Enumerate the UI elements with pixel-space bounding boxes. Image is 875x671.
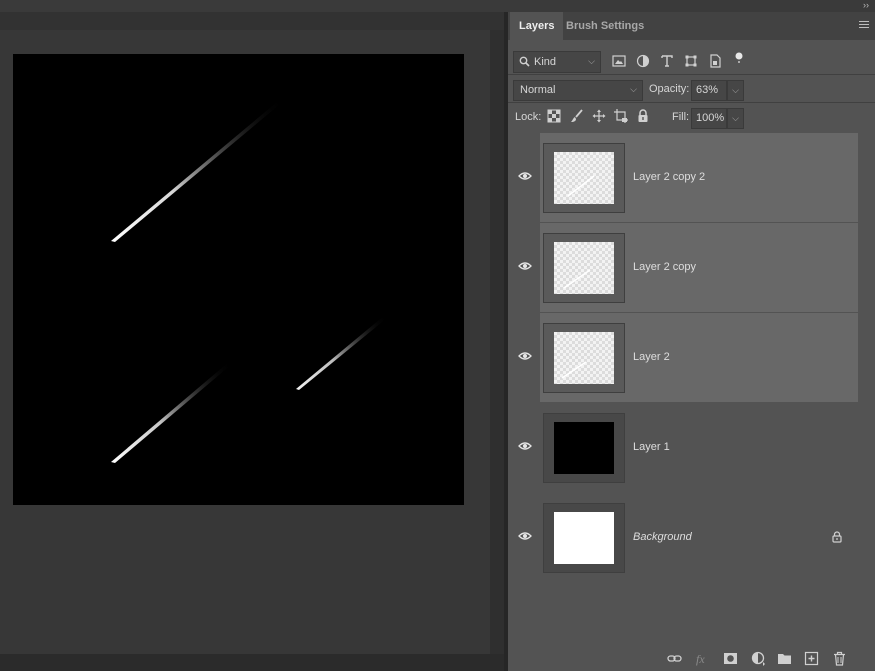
tab-layers[interactable]: Layers [510, 12, 564, 40]
eye-icon[interactable] [518, 351, 532, 361]
panel-menu-icon[interactable] [859, 21, 869, 30]
streak-preview [563, 269, 591, 289]
divider [508, 102, 875, 103]
layer-style-fx-icon[interactable]: fx [695, 651, 710, 666]
trash-icon[interactable] [832, 651, 847, 666]
layer-thumbnail-image [554, 422, 614, 474]
new-layer-icon[interactable] [804, 651, 819, 666]
layer-name[interactable]: Background [633, 531, 692, 543]
tab-brush-settings[interactable]: Brush Settings [557, 12, 653, 40]
eye-icon[interactable] [518, 531, 532, 541]
lock-label: Lock: [515, 111, 542, 123]
streak-preview [567, 175, 595, 197]
layer-thumbnail [543, 503, 625, 573]
opacity-field[interactable]: 63% [691, 80, 727, 101]
light-streak [111, 361, 232, 463]
lock-transparent-pixels-icon[interactable] [547, 109, 561, 123]
blend-mode-dropdown[interactable]: Normal ⌵ [513, 80, 643, 101]
fill-value: 100% [696, 112, 725, 124]
blend-mode-label: Normal [520, 84, 556, 96]
filter-toggle-icon[interactable] [732, 50, 746, 64]
layer-thumbnail [543, 233, 625, 303]
canvas-vertical-scrollbar[interactable] [490, 30, 504, 654]
collapse-panels-icon[interactable]: ›› [863, 0, 869, 10]
lock-artboard-icon[interactable] [614, 109, 628, 123]
eye-icon[interactable] [518, 261, 532, 271]
light-streak [111, 97, 285, 242]
layer-name[interactable]: Layer 2 copy [633, 261, 696, 273]
smart-object-filter-icon[interactable] [708, 54, 722, 68]
layer-row[interactable]: Background [508, 493, 875, 583]
panel-tab-bar: Layers Brush Settings [508, 12, 875, 40]
light-streak [296, 315, 387, 390]
add-mask-icon[interactable] [723, 651, 738, 666]
layers-panel: Layers Brush Settings Kind ⌵ Normal ⌵ Op… [508, 12, 875, 671]
fill-field[interactable]: 100% [691, 108, 727, 129]
divider [508, 74, 875, 75]
layer-thumbnail [543, 323, 625, 393]
fill-label: Fill: [672, 111, 690, 123]
opacity-value: 63% [696, 84, 719, 96]
filter-kind-dropdown[interactable]: Kind ⌵ [513, 51, 601, 73]
new-group-folder-icon[interactable] [777, 651, 792, 666]
type-filter-icon[interactable] [660, 54, 674, 68]
adjustment-filter-icon[interactable] [636, 54, 650, 68]
chevron-down-icon: ⌵ [630, 84, 637, 94]
layers-list: Layer 2 copy 2 Layer 2 copy Layer 2 Laye… [508, 133, 875, 583]
lock-all-icon[interactable] [636, 109, 650, 123]
eye-icon[interactable] [518, 171, 532, 181]
document-canvas[interactable] [13, 54, 464, 505]
streak-preview [561, 361, 587, 379]
canvas-horizontal-scrollbar[interactable] [0, 654, 508, 671]
layer-thumbnail [543, 143, 625, 213]
top-strip: ›› [0, 0, 875, 12]
opacity-label: Opacity: [649, 83, 690, 95]
layer-row[interactable]: Layer 2 [508, 313, 875, 403]
layer-row[interactable]: Layer 2 copy 2 [508, 133, 875, 223]
layer-thumbnail-image [554, 512, 614, 564]
light-streaks-artwork [111, 97, 387, 463]
eye-icon[interactable] [518, 441, 532, 451]
layer-thumbnail [543, 413, 625, 483]
lock-icon[interactable] [831, 531, 843, 543]
fill-slider-toggle[interactable]: ⌵ [727, 108, 744, 129]
layer-row[interactable]: Layer 2 copy [508, 223, 875, 313]
svg-text:fx: fx [696, 652, 705, 666]
layer-name[interactable]: Layer 1 [633, 441, 670, 453]
lock-image-pixels-icon[interactable] [570, 109, 584, 123]
search-icon [519, 56, 530, 67]
layer-name[interactable]: Layer 2 [633, 351, 670, 363]
image-filter-icon[interactable] [612, 54, 626, 68]
new-adjustment-layer-icon[interactable] [751, 651, 766, 666]
layer-name[interactable]: Layer 2 copy 2 [633, 171, 705, 183]
link-layers-icon[interactable] [667, 651, 682, 666]
shape-filter-icon[interactable] [684, 54, 698, 68]
layer-row[interactable]: Layer 1 [508, 403, 875, 493]
filter-kind-label: Kind [534, 56, 557, 68]
chevron-down-icon: ⌵ [588, 56, 595, 66]
lock-position-icon[interactable] [592, 109, 606, 123]
opacity-slider-toggle[interactable]: ⌵ [727, 80, 744, 101]
